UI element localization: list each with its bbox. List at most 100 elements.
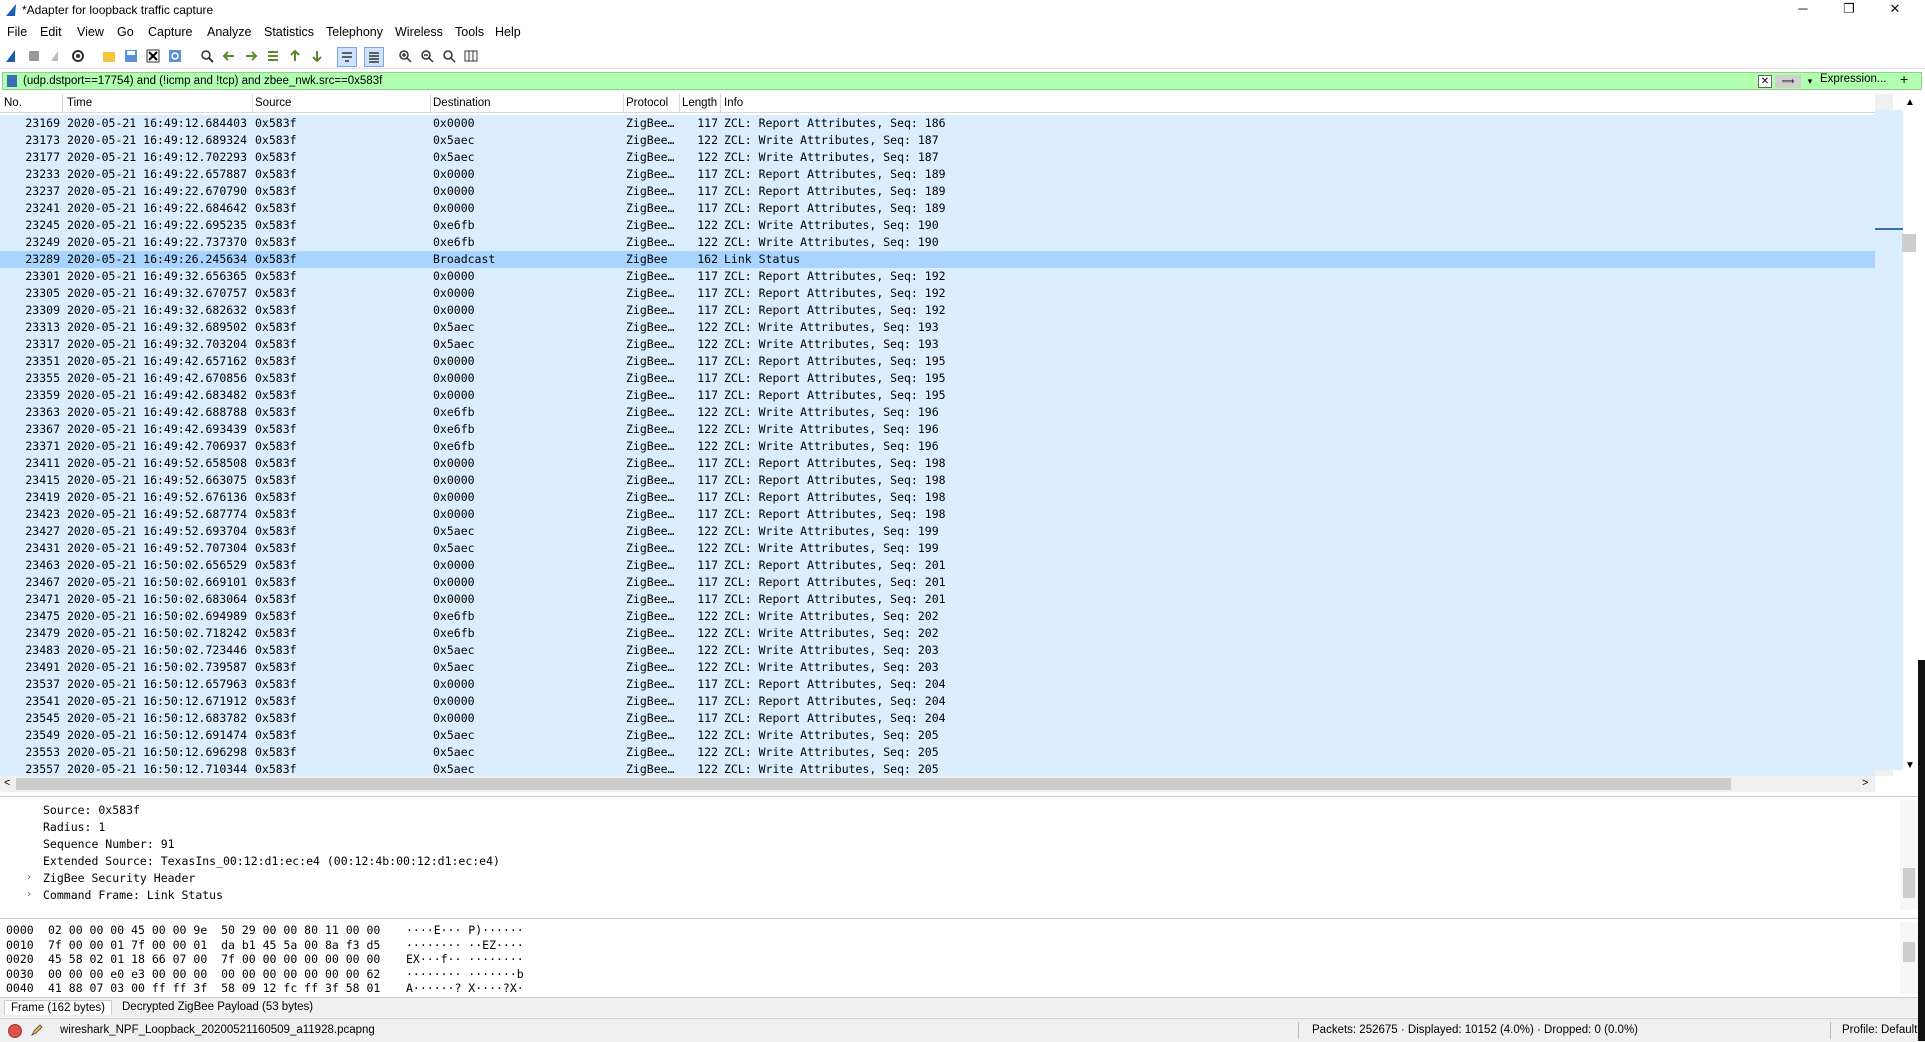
packet-details-pane[interactable]: Source: 0x583f Radius: 1 Sequence Number: … bbox=[0, 796, 1925, 915]
restart-capture-icon[interactable] bbox=[47, 47, 65, 65]
column-header-source[interactable]: Source bbox=[255, 97, 291, 109]
byte-offset[interactable]: 0000 bbox=[6, 923, 34, 937]
expert-info-icon[interactable] bbox=[8, 1024, 22, 1038]
detail-line[interactable]: ZigBee Security Header bbox=[43, 871, 195, 885]
detail-line[interactable]: Source: 0x583f bbox=[43, 803, 140, 817]
byte-ascii[interactable]: ····E··· P)······ bbox=[406, 923, 524, 937]
expression-button[interactable]: Expression... bbox=[1820, 73, 1886, 85]
table-row[interactable]: 23177 2020-05-21 16:49:12.702293 0x583f 0x5… bbox=[0, 149, 1875, 166]
table-row[interactable]: 23355 2020-05-21 16:49:42.670856 0x583f 0x0… bbox=[0, 370, 1875, 387]
scroll-up-icon[interactable]: ▲ bbox=[1905, 97, 1915, 108]
table-row[interactable]: 23169 2020-05-21 16:49:12.684403 0x583f 0x0… bbox=[0, 115, 1875, 132]
byte-offset[interactable]: 0030 bbox=[6, 967, 34, 981]
table-row[interactable]: 23289 2020-05-21 16:49:26.245634 0x583f Bro… bbox=[0, 251, 1875, 268]
save-file-icon[interactable] bbox=[122, 47, 140, 65]
table-row[interactable]: 23237 2020-05-21 16:49:22.670790 0x583f 0x0… bbox=[0, 183, 1875, 200]
close-file-icon[interactable] bbox=[144, 47, 162, 65]
table-row[interactable]: 23545 2020-05-21 16:50:12.683782 0x583f 0x0… bbox=[0, 710, 1875, 727]
expand-arrow-icon[interactable]: › bbox=[26, 872, 32, 883]
table-row[interactable]: 23233 2020-05-21 16:49:22.657887 0x583f 0x0… bbox=[0, 166, 1875, 183]
minimize-button[interactable]: ─ bbox=[1780, 0, 1826, 20]
byte-ascii[interactable]: ········ ·······b bbox=[406, 967, 524, 981]
scroll-left-icon[interactable]: < bbox=[4, 777, 10, 789]
close-button[interactable]: ✕ bbox=[1872, 0, 1918, 20]
first-packet-icon[interactable] bbox=[286, 47, 304, 65]
menu-help[interactable]: Help bbox=[495, 25, 521, 39]
table-row[interactable]: 23245 2020-05-21 16:49:22.695235 0x583f 0xe… bbox=[0, 217, 1875, 234]
table-row[interactable]: 23317 2020-05-21 16:49:32.703204 0x583f 0x5… bbox=[0, 336, 1875, 353]
table-row[interactable]: 23371 2020-05-21 16:49:42.706937 0x583f 0xe… bbox=[0, 438, 1875, 455]
table-row[interactable]: 23483 2020-05-21 16:50:02.723446 0x583f 0x5… bbox=[0, 642, 1875, 659]
byte-offset[interactable]: 0020 bbox=[6, 952, 34, 966]
byte-offset[interactable]: 0040 bbox=[6, 981, 34, 995]
column-header-no[interactable]: No. bbox=[4, 97, 22, 109]
tab-decrypted-payload[interactable]: Decrypted ZigBee Payload (53 bytes) bbox=[116, 1000, 319, 1014]
reload-file-icon[interactable] bbox=[166, 47, 184, 65]
column-header-time[interactable]: Time bbox=[67, 97, 92, 109]
table-row[interactable]: 23431 2020-05-21 16:49:52.707304 0x583f 0x5… bbox=[0, 540, 1875, 557]
detail-line[interactable]: Command Frame: Link Status bbox=[43, 888, 223, 902]
byte-offset[interactable]: 0010 bbox=[6, 938, 34, 952]
table-row[interactable]: 23351 2020-05-21 16:49:42.657162 0x583f 0x0… bbox=[0, 353, 1875, 370]
packet-list-scroll-thumb[interactable] bbox=[1902, 234, 1916, 252]
column-header-length[interactable]: Length bbox=[682, 97, 717, 109]
details-scroll-thumb[interactable] bbox=[1903, 868, 1915, 898]
clear-filter-button[interactable]: ✕ bbox=[1758, 75, 1772, 88]
resize-columns-icon[interactable] bbox=[462, 47, 480, 65]
table-row[interactable]: 23359 2020-05-21 16:49:42.683482 0x583f 0x0… bbox=[0, 387, 1875, 404]
profile-indicator[interactable]: Profile: Default bbox=[1842, 1024, 1917, 1036]
zoom-out-icon[interactable] bbox=[418, 47, 436, 65]
go-to-packet-icon[interactable] bbox=[264, 47, 282, 65]
packet-list-minimap[interactable] bbox=[1875, 110, 1903, 770]
menu-analyze[interactable]: Analyze bbox=[207, 25, 251, 39]
menu-telephony[interactable]: Telephony bbox=[326, 25, 383, 39]
last-packet-icon[interactable] bbox=[308, 47, 326, 65]
open-file-icon[interactable] bbox=[100, 47, 118, 65]
go-forward-icon[interactable] bbox=[242, 47, 260, 65]
byte-ascii[interactable]: A······? X····?X· bbox=[406, 981, 524, 995]
bookmark-icon[interactable] bbox=[7, 75, 17, 87]
table-row[interactable]: 23415 2020-05-21 16:49:52.663075 0x583f 0x0… bbox=[0, 472, 1875, 489]
packet-list[interactable]: No. Time Source Destination Protocol Len… bbox=[0, 94, 1875, 776]
table-row[interactable]: 23313 2020-05-21 16:49:32.689502 0x583f 0x5… bbox=[0, 319, 1875, 336]
detail-line[interactable]: Radius: 1 bbox=[43, 820, 105, 834]
menu-statistics[interactable]: Statistics bbox=[264, 25, 314, 39]
apply-filter-button[interactable]: ⟹ bbox=[1775, 75, 1801, 88]
table-row[interactable]: 23491 2020-05-21 16:50:02.739587 0x583f 0x5… bbox=[0, 659, 1875, 676]
find-packet-icon[interactable] bbox=[198, 47, 216, 65]
byte-ascii[interactable]: EX···f·· ········ bbox=[406, 952, 524, 966]
tab-frame-bytes[interactable]: Frame (162 bytes) bbox=[4, 1000, 112, 1015]
table-row[interactable]: 23549 2020-05-21 16:50:12.691474 0x583f 0x5… bbox=[0, 727, 1875, 744]
table-row[interactable]: 23423 2020-05-21 16:49:52.687774 0x583f 0x0… bbox=[0, 506, 1875, 523]
table-row[interactable]: 23467 2020-05-21 16:50:02.669101 0x583f 0x0… bbox=[0, 574, 1875, 591]
zoom-in-icon[interactable] bbox=[396, 47, 414, 65]
capture-options-icon[interactable] bbox=[69, 47, 87, 65]
add-filter-button[interactable]: + bbox=[1900, 71, 1908, 87]
byte-hex[interactable]: 02 00 00 00 45 00 00 9e 50 29 00 00 80 1… bbox=[48, 923, 380, 937]
byte-hex[interactable]: 00 00 00 e0 e3 00 00 00 00 00 00 00 00 0… bbox=[48, 967, 380, 981]
table-row[interactable]: 23305 2020-05-21 16:49:32.670757 0x583f 0x0… bbox=[0, 285, 1875, 302]
byte-hex[interactable]: 7f 00 00 01 7f 00 00 01 da b1 45 5a 00 8… bbox=[48, 938, 380, 952]
detail-line[interactable]: Sequence Number: 91 bbox=[43, 837, 175, 851]
table-row[interactable]: 23479 2020-05-21 16:50:02.718242 0x583f 0xe… bbox=[0, 625, 1875, 642]
menu-go[interactable]: Go bbox=[117, 25, 134, 39]
column-header-protocol[interactable]: Protocol bbox=[626, 97, 668, 109]
restore-button[interactable]: ❐ bbox=[1826, 0, 1872, 20]
go-back-icon[interactable] bbox=[220, 47, 238, 65]
table-row[interactable]: 23557 2020-05-21 16:50:12.710344 0x583f 0x5… bbox=[0, 761, 1875, 776]
byte-hex[interactable]: 41 88 07 03 00 ff ff 3f 58 09 12 fc ff 3… bbox=[48, 981, 380, 995]
start-capture-icon[interactable] bbox=[3, 47, 21, 65]
packet-bytes-pane[interactable]: 0000 02 00 00 00 45 00 00 9e 50 29 00 00 … bbox=[0, 918, 1925, 997]
menu-file[interactable]: File bbox=[7, 25, 27, 39]
scroll-right-icon[interactable]: > bbox=[1862, 777, 1868, 789]
packet-list-horizontal-scrollbar[interactable]: < > bbox=[0, 776, 1875, 792]
table-row[interactable]: 23367 2020-05-21 16:49:42.693439 0x583f 0xe… bbox=[0, 421, 1875, 438]
colorize-icon[interactable] bbox=[364, 47, 384, 67]
table-row[interactable]: 23537 2020-05-21 16:50:12.657963 0x583f 0x0… bbox=[0, 676, 1875, 693]
table-row[interactable]: 23249 2020-05-21 16:49:22.737370 0x583f 0xe… bbox=[0, 234, 1875, 251]
table-row[interactable]: 23411 2020-05-21 16:49:52.658508 0x583f 0x0… bbox=[0, 455, 1875, 472]
byte-ascii[interactable]: ········ ··EZ···· bbox=[406, 938, 524, 952]
byte-hex[interactable]: 45 58 02 01 18 66 07 00 7f 00 00 00 00 0… bbox=[48, 952, 380, 966]
table-row[interactable]: 23301 2020-05-21 16:49:32.656365 0x583f 0x0… bbox=[0, 268, 1875, 285]
column-header-info[interactable]: Info bbox=[724, 97, 743, 109]
